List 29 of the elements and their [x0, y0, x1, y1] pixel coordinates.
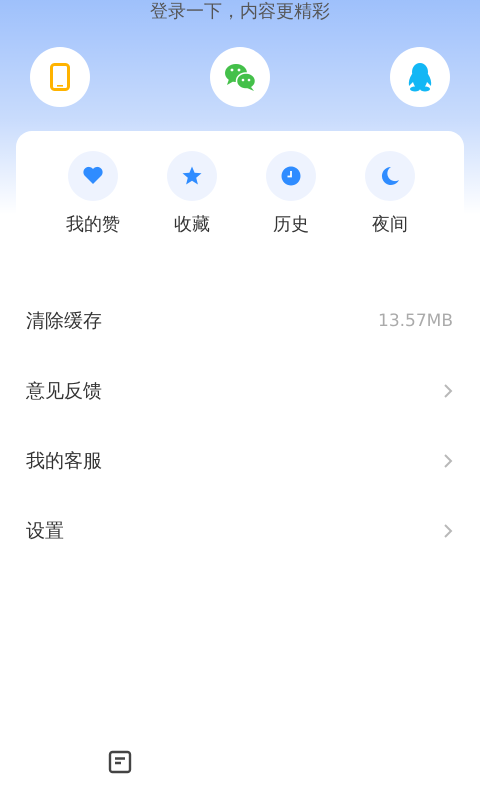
menu-label: 设置 — [26, 519, 64, 544]
login-prompt: 登录一下，内容更精彩 — [150, 1, 330, 23]
chat-bubbles-icon — [224, 63, 256, 91]
shortcut-button[interactable] — [167, 151, 217, 201]
menu-item[interactable]: 清除缓存 13.57MB — [0, 286, 480, 356]
menu-item[interactable]: 意见反馈 — [0, 356, 480, 426]
menu-label: 我的客服 — [26, 449, 102, 474]
menu-item[interactable]: 我的客服 — [0, 426, 480, 496]
heart-icon — [82, 165, 104, 187]
cache-size: 13.57MB — [378, 311, 453, 331]
penguin-icon — [406, 62, 434, 92]
phone-icon — [50, 63, 70, 91]
moon-icon — [379, 165, 401, 187]
shortcut-label: 我的赞 — [66, 214, 120, 236]
shortcut-button[interactable] — [266, 151, 316, 201]
menu-item[interactable]: 设置 — [0, 496, 480, 566]
star-icon — [181, 165, 203, 187]
document-icon — [108, 750, 132, 774]
clock-icon — [280, 165, 302, 187]
menu-label: 清除缓存 — [26, 309, 102, 334]
shortcut-button[interactable] — [365, 151, 415, 201]
shortcut-button[interactable] — [68, 151, 118, 201]
shortcut-label: 夜间 — [372, 214, 408, 236]
shortcut-label: 历史 — [273, 214, 309, 236]
menu-label: 意见反馈 — [26, 379, 102, 404]
chevron-right-icon — [443, 453, 453, 469]
shortcut-label: 收藏 — [174, 214, 210, 236]
chevron-right-icon — [443, 523, 453, 539]
chevron-right-icon — [443, 383, 453, 399]
